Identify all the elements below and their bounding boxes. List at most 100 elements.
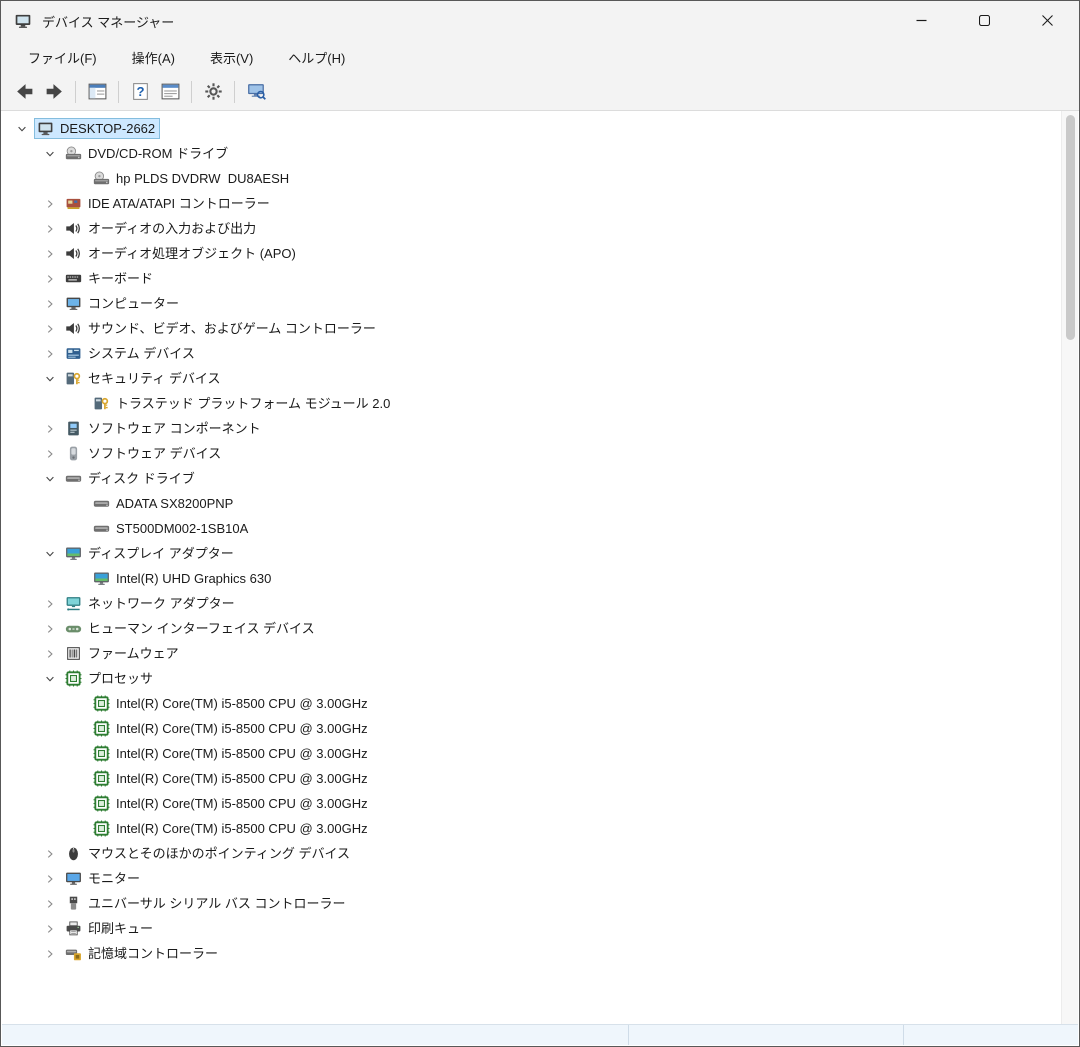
tree-item-content[interactable]: ファームウェア bbox=[62, 643, 184, 664]
menu-item-action[interactable]: 操作(A) bbox=[119, 42, 188, 73]
tree-item-content[interactable]: 印刷キュー bbox=[62, 918, 158, 939]
tree-item-content[interactable]: Intel(R) Core(TM) i5-8500 CPU @ 3.00GHz bbox=[90, 793, 373, 814]
tree-item[interactable]: サウンド、ビデオ、およびゲーム コントローラー bbox=[2, 316, 1061, 341]
vertical-scrollbar[interactable] bbox=[1061, 111, 1078, 1024]
chevron-right-icon[interactable] bbox=[38, 892, 62, 916]
tree-item[interactable]: Intel(R) Core(TM) i5-8500 CPU @ 3.00GHz bbox=[2, 691, 1061, 716]
tree-item-content[interactable]: トラステッド プラットフォーム モジュール 2.0 bbox=[90, 393, 395, 414]
tree-item-content[interactable]: ADATA SX8200PNP bbox=[90, 493, 238, 514]
tree-item-content[interactable]: コンピューター bbox=[62, 293, 184, 314]
tree-item[interactable]: IDE ATA/ATAPI コントローラー bbox=[2, 191, 1061, 216]
tree-item-content[interactable]: Intel(R) UHD Graphics 630 bbox=[90, 568, 276, 589]
tree-item-content[interactable]: hp PLDS DVDRW DU8AESH bbox=[90, 168, 294, 189]
tree-item[interactable]: コンピューター bbox=[2, 291, 1061, 316]
chevron-right-icon[interactable] bbox=[38, 442, 62, 466]
tree-item[interactable]: モニター bbox=[2, 866, 1061, 891]
tree-item-content[interactable]: ST500DM002-1SB10A bbox=[90, 518, 253, 539]
tree-item-content[interactable]: ソフトウェア コンポーネント bbox=[62, 418, 266, 439]
chevron-right-icon[interactable] bbox=[38, 217, 62, 241]
tree-item[interactable]: ADATA SX8200PNP bbox=[2, 491, 1061, 516]
tree-item[interactable]: プロセッサ bbox=[2, 666, 1061, 691]
tree-item-content[interactable]: Intel(R) Core(TM) i5-8500 CPU @ 3.00GHz bbox=[90, 768, 373, 789]
chevron-right-icon[interactable] bbox=[38, 617, 62, 641]
tree-item[interactable]: ソフトウェア デバイス bbox=[2, 441, 1061, 466]
chevron-down-icon[interactable] bbox=[38, 542, 62, 566]
menu-item-file[interactable]: ファイル(F) bbox=[15, 42, 110, 73]
tree-item-content[interactable]: セキュリティ デバイス bbox=[62, 368, 225, 389]
tree-item[interactable]: ディスプレイ アダプター bbox=[2, 541, 1061, 566]
tree-item[interactable]: Intel(R) Core(TM) i5-8500 CPU @ 3.00GHz bbox=[2, 791, 1061, 816]
chevron-right-icon[interactable] bbox=[38, 592, 62, 616]
tree-item-content[interactable]: Intel(R) Core(TM) i5-8500 CPU @ 3.00GHz bbox=[90, 718, 373, 739]
chevron-down-icon[interactable] bbox=[38, 467, 62, 491]
tree-item-content[interactable]: オーディオの入力および出力 bbox=[62, 218, 261, 239]
tree-item[interactable]: ST500DM002-1SB10A bbox=[2, 516, 1061, 541]
chevron-right-icon[interactable] bbox=[38, 842, 62, 866]
tree-item-content[interactable]: マウスとそのほかのポインティング デバイス bbox=[62, 843, 355, 864]
tree-item[interactable]: 印刷キュー bbox=[2, 916, 1061, 941]
tree-item[interactable]: ユニバーサル シリアル バス コントローラー bbox=[2, 891, 1061, 916]
tree-item-content[interactable]: ディスプレイ アダプター bbox=[62, 543, 239, 564]
tree-item[interactable]: ディスク ドライブ bbox=[2, 466, 1061, 491]
scan-hardware-button[interactable] bbox=[241, 77, 271, 107]
tree-item[interactable]: マウスとそのほかのポインティング デバイス bbox=[2, 841, 1061, 866]
tree-item[interactable]: Intel(R) Core(TM) i5-8500 CPU @ 3.00GHz bbox=[2, 816, 1061, 841]
action-button[interactable] bbox=[198, 77, 228, 107]
tree-item-content[interactable]: サウンド、ビデオ、およびゲーム コントローラー bbox=[62, 318, 381, 339]
help-button[interactable]: ? bbox=[125, 77, 155, 107]
tree-item[interactable]: Intel(R) Core(TM) i5-8500 CPU @ 3.00GHz bbox=[2, 741, 1061, 766]
tree-item-content[interactable]: ディスク ドライブ bbox=[62, 468, 200, 489]
forward-button[interactable] bbox=[39, 77, 69, 107]
tree-item[interactable]: Intel(R) Core(TM) i5-8500 CPU @ 3.00GHz bbox=[2, 716, 1061, 741]
tree-item[interactable]: キーボード bbox=[2, 266, 1061, 291]
chevron-down-icon[interactable] bbox=[10, 117, 34, 141]
tree-item-content[interactable]: オーディオ処理オブジェクト (APO) bbox=[62, 243, 301, 264]
tree-item[interactable]: ヒューマン インターフェイス デバイス bbox=[2, 616, 1061, 641]
chevron-right-icon[interactable] bbox=[38, 292, 62, 316]
tree-item[interactable]: ソフトウェア コンポーネント bbox=[2, 416, 1061, 441]
tree-item-content[interactable]: キーボード bbox=[62, 268, 158, 289]
tree-item[interactable]: DESKTOP-2662 bbox=[2, 116, 1061, 141]
tree-item-content[interactable]: プロセッサ bbox=[62, 668, 158, 689]
menu-item-help[interactable]: ヘルプ(H) bbox=[275, 42, 358, 73]
tree-item-content[interactable]: ネットワーク アダプター bbox=[62, 593, 240, 614]
chevron-right-icon[interactable] bbox=[38, 192, 62, 216]
tree-item-content[interactable]: ソフトウェア デバイス bbox=[62, 443, 226, 464]
tree-item[interactable]: システム デバイス bbox=[2, 341, 1061, 366]
chevron-right-icon[interactable] bbox=[38, 342, 62, 366]
tree-item[interactable]: ファームウェア bbox=[2, 641, 1061, 666]
chevron-right-icon[interactable] bbox=[38, 867, 62, 891]
close-button[interactable] bbox=[1016, 1, 1079, 41]
tree-item[interactable]: DVD/CD-ROM ドライブ bbox=[2, 141, 1061, 166]
tree-item[interactable]: トラステッド プラットフォーム モジュール 2.0 bbox=[2, 391, 1061, 416]
tree-item[interactable]: オーディオ処理オブジェクト (APO) bbox=[2, 241, 1061, 266]
menu-item-view[interactable]: 表示(V) bbox=[197, 42, 266, 73]
chevron-down-icon[interactable] bbox=[38, 367, 62, 391]
tree-item-content[interactable]: モニター bbox=[62, 868, 145, 889]
tree-item-content[interactable]: ヒューマン インターフェイス デバイス bbox=[62, 618, 320, 639]
tree-item-content[interactable]: ユニバーサル シリアル バス コントローラー bbox=[62, 893, 350, 914]
tree-item[interactable]: Intel(R) Core(TM) i5-8500 CPU @ 3.00GHz bbox=[2, 766, 1061, 791]
chevron-right-icon[interactable] bbox=[38, 942, 62, 966]
scrollbar-thumb[interactable] bbox=[1066, 115, 1075, 340]
tree-item-content[interactable]: Intel(R) Core(TM) i5-8500 CPU @ 3.00GHz bbox=[90, 693, 373, 714]
maximize-button[interactable] bbox=[953, 1, 1016, 41]
back-button[interactable] bbox=[9, 77, 39, 107]
chevron-right-icon[interactable] bbox=[38, 642, 62, 666]
tree-item[interactable]: hp PLDS DVDRW DU8AESH bbox=[2, 166, 1061, 191]
tree-item-content[interactable]: DVD/CD-ROM ドライブ bbox=[62, 143, 233, 164]
tree-item-content[interactable]: システム デバイス bbox=[62, 343, 200, 364]
chevron-right-icon[interactable] bbox=[38, 267, 62, 291]
chevron-right-icon[interactable] bbox=[38, 317, 62, 341]
console-tree-button[interactable] bbox=[82, 77, 112, 107]
chevron-down-icon[interactable] bbox=[38, 142, 62, 166]
tree-item-content[interactable]: DESKTOP-2662 bbox=[34, 118, 161, 139]
tree-item-content[interactable]: Intel(R) Core(TM) i5-8500 CPU @ 3.00GHz bbox=[90, 743, 373, 764]
chevron-down-icon[interactable] bbox=[38, 667, 62, 691]
tree-item-content[interactable]: IDE ATA/ATAPI コントローラー bbox=[62, 193, 275, 214]
tree-item-content[interactable]: 記憶域コントローラー bbox=[62, 943, 223, 964]
tree-item-content[interactable]: Intel(R) Core(TM) i5-8500 CPU @ 3.00GHz bbox=[90, 818, 373, 839]
properties-button[interactable] bbox=[155, 77, 185, 107]
tree-item[interactable]: Intel(R) UHD Graphics 630 bbox=[2, 566, 1061, 591]
tree-item[interactable]: ネットワーク アダプター bbox=[2, 591, 1061, 616]
